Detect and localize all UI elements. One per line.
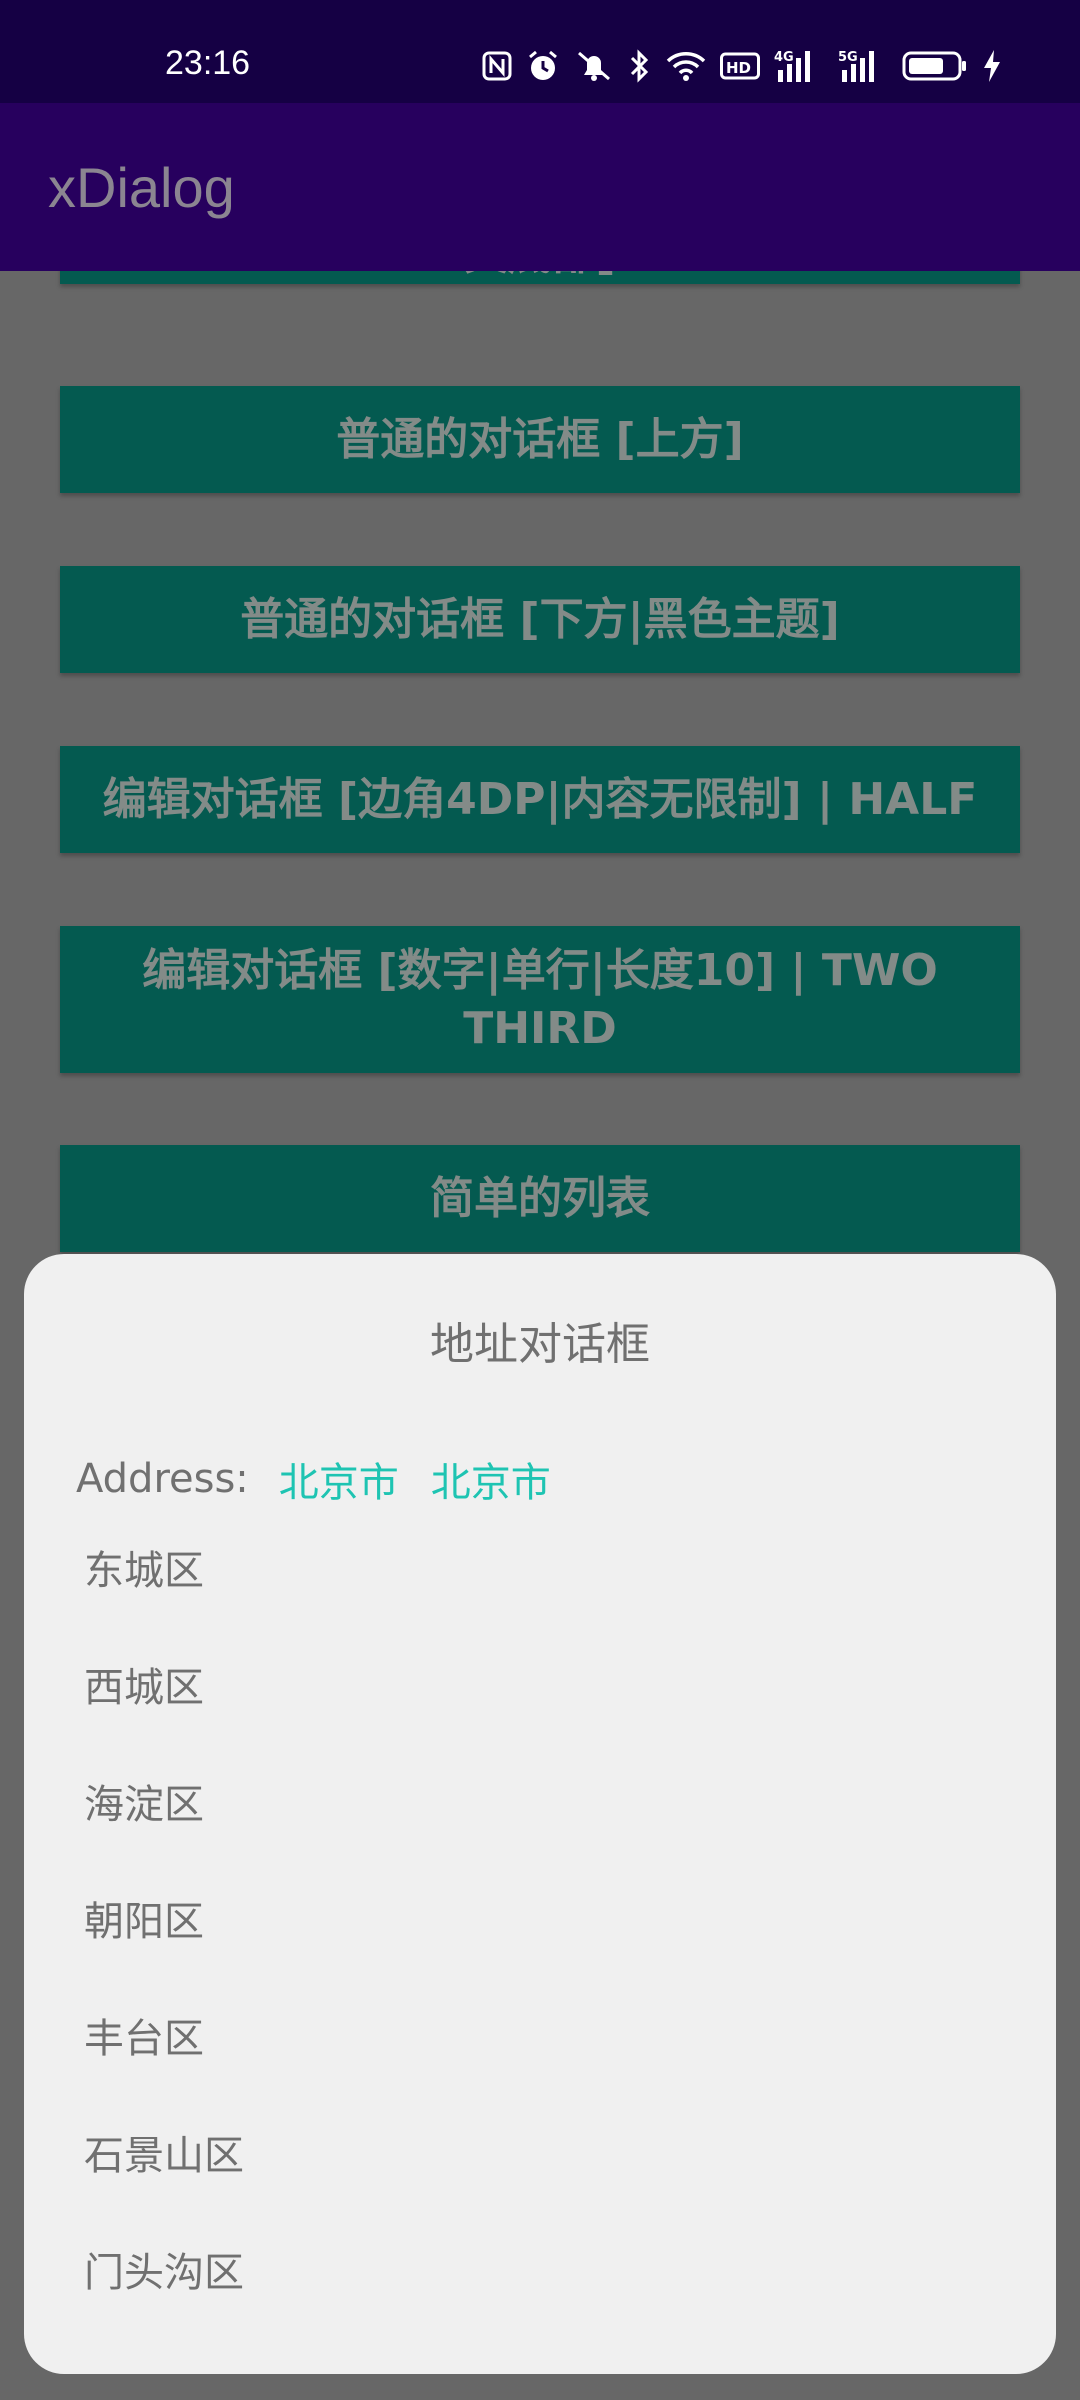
- status-time: 23:16: [165, 44, 251, 82]
- wifi-icon: [666, 50, 706, 82]
- dialog-demo-button[interactable]: 文底部]: [60, 271, 1020, 284]
- district-list: 东城区 西城区 海淀区 朝阳区 丰台区 石景山区 门头沟区: [84, 1547, 244, 2366]
- address-city[interactable]: 北京市: [431, 1450, 551, 1508]
- status-icons: HD 4G 5G: [482, 46, 1002, 86]
- list-item[interactable]: 门头沟区: [84, 2249, 244, 2366]
- charging-icon: [982, 49, 1002, 83]
- dialog-demo-button[interactable]: 普通的对话框 [下方|黑色主题]: [60, 566, 1020, 673]
- list-item[interactable]: 丰台区: [84, 2015, 244, 2132]
- signal-4g-icon: 4G: [774, 48, 824, 84]
- app-bar: xDialog: [0, 103, 1080, 271]
- battery-icon: [902, 50, 968, 82]
- list-item[interactable]: 西城区: [84, 1664, 244, 1781]
- svg-text:5G: 5G: [838, 50, 858, 65]
- signal-5g-icon: 5G: [838, 48, 888, 84]
- app-title: xDialog: [48, 156, 235, 219]
- address-dialog: 地址对话框 Address: 北京市 北京市 东城区 西城区 海淀区 朝阳区 丰…: [24, 1254, 1056, 2374]
- address-label: Address:: [76, 1456, 249, 1502]
- bluetooth-icon: [628, 49, 652, 83]
- list-item[interactable]: 东城区: [84, 1547, 244, 1664]
- alarm-icon: [526, 49, 560, 83]
- dialog-demo-button[interactable]: 编辑对话框 [数字|单行|长度10] | TWO THIRD: [60, 926, 1020, 1073]
- hd-icon: HD: [720, 51, 760, 81]
- nfc-icon: [482, 51, 512, 81]
- list-item[interactable]: 石景山区: [84, 2132, 244, 2249]
- list-item[interactable]: 海淀区: [84, 1781, 244, 1898]
- dialog-demo-button[interactable]: 普通的对话框 [上方]: [60, 386, 1020, 493]
- list-item[interactable]: 朝阳区: [84, 1898, 244, 2015]
- mute-icon: [574, 49, 614, 83]
- address-row: Address: 北京市 北京市: [76, 1450, 583, 1508]
- svg-text:HD: HD: [726, 59, 751, 77]
- dialog-demo-button[interactable]: 编辑对话框 [边角4DP|内容无限制] | HALF: [60, 746, 1020, 853]
- svg-text:4G: 4G: [774, 50, 794, 65]
- dialog-demo-button[interactable]: 简单的列表: [60, 1145, 1020, 1252]
- address-province[interactable]: 北京市: [279, 1450, 399, 1508]
- dialog-title: 地址对话框: [430, 1319, 650, 1370]
- status-bar: 23:16 HD 4G 5G: [0, 0, 1080, 103]
